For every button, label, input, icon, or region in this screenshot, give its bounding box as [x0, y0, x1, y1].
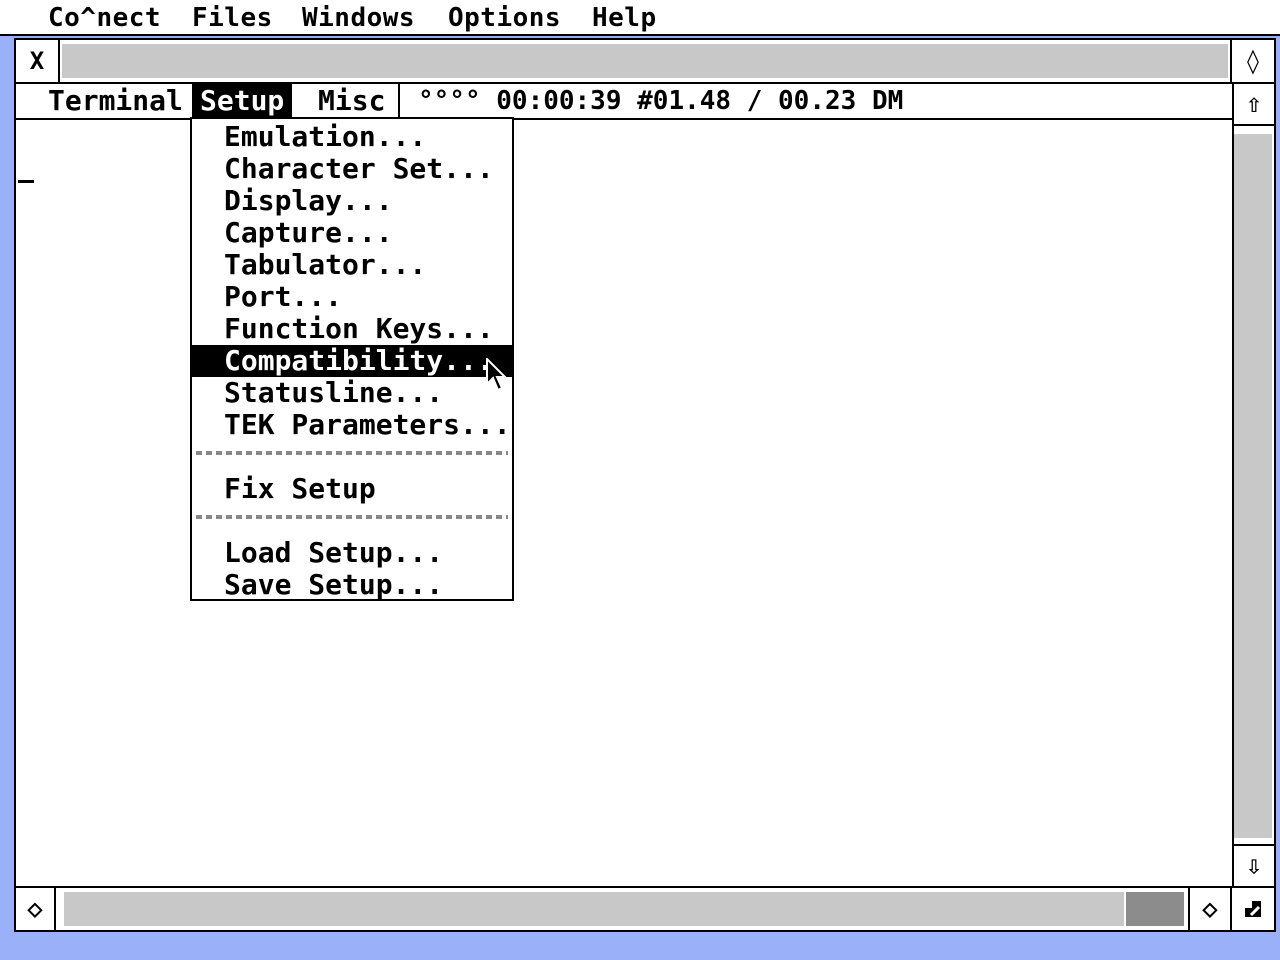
menu-files[interactable]: Files [184, 0, 281, 34]
menu-item-tek-parameters[interactable]: TEK Parameters... [192, 409, 512, 441]
horizontal-scroll-thumb[interactable] [1124, 892, 1184, 926]
menu-item-emulation[interactable]: Emulation... [192, 121, 512, 153]
menu-item-capture[interactable]: Capture... [192, 217, 512, 249]
menu-item-character-set[interactable]: Character Set... [192, 153, 512, 185]
terminal-menu-row: Terminal Setup Misc °°°° 00:00:39 #01.48… [16, 84, 1232, 120]
menu-separator [196, 451, 508, 455]
menu-item-statusline[interactable]: Statusline... [192, 377, 512, 409]
menu-windows[interactable]: Windows [294, 0, 423, 34]
menu-separator [196, 515, 508, 519]
menu-item-load-setup[interactable]: Load Setup... [192, 537, 512, 569]
menu-item-fix-setup[interactable]: Fix Setup [192, 473, 512, 505]
setup-dropdown-menu: Emulation... Character Set... Display...… [190, 117, 514, 601]
status-line: °°°° 00:00:39 #01.48 / 00.23 DM [418, 86, 904, 116]
close-icon[interactable]: X [16, 40, 60, 82]
resize-icon[interactable] [1232, 888, 1274, 930]
menu-item-port[interactable]: Port... [192, 281, 512, 313]
menu-bar: Co^nect Files Windows Options Help [0, 0, 1280, 36]
scroll-down-icon[interactable]: ⇩ [1234, 844, 1274, 886]
menu-options[interactable]: Options [440, 0, 569, 34]
title-drag-area[interactable] [60, 42, 1230, 80]
menu-item-tabulator[interactable]: Tabulator... [192, 249, 512, 281]
scroll-left-icon[interactable]: ◇ [16, 888, 56, 930]
scroll-up-icon[interactable]: ⇧ [1234, 84, 1274, 126]
window-title-bar[interactable]: X ◊ [16, 40, 1274, 84]
mouse-pointer-icon [486, 358, 508, 392]
tab-setup[interactable]: Setup [192, 84, 293, 118]
vertical-scrollbar: ⇧ ⇩ [1232, 84, 1274, 886]
scroll-right-icon[interactable]: ◇ [1188, 888, 1232, 930]
menu-item-function-keys[interactable]: Function Keys... [192, 313, 512, 345]
vertical-scroll-track[interactable] [1234, 132, 1274, 840]
fullscreen-icon[interactable]: ◊ [1230, 40, 1274, 82]
text-cursor [18, 180, 34, 183]
menu-connect[interactable]: Co^nect [40, 0, 169, 34]
menu-item-display[interactable]: Display... [192, 185, 512, 217]
menu-help[interactable]: Help [584, 0, 665, 34]
resize-glyph [1245, 901, 1261, 917]
menu-item-save-setup[interactable]: Save Setup... [192, 569, 512, 601]
menu-item-compatibility[interactable]: Compatibility... [192, 345, 512, 377]
tab-terminal[interactable]: Terminal [40, 84, 191, 118]
tab-misc[interactable]: Misc [310, 84, 393, 118]
horizontal-scroll-track[interactable] [62, 890, 1186, 928]
status-divider [398, 84, 400, 118]
horizontal-scrollbar: ◇ ◇ [16, 886, 1274, 930]
